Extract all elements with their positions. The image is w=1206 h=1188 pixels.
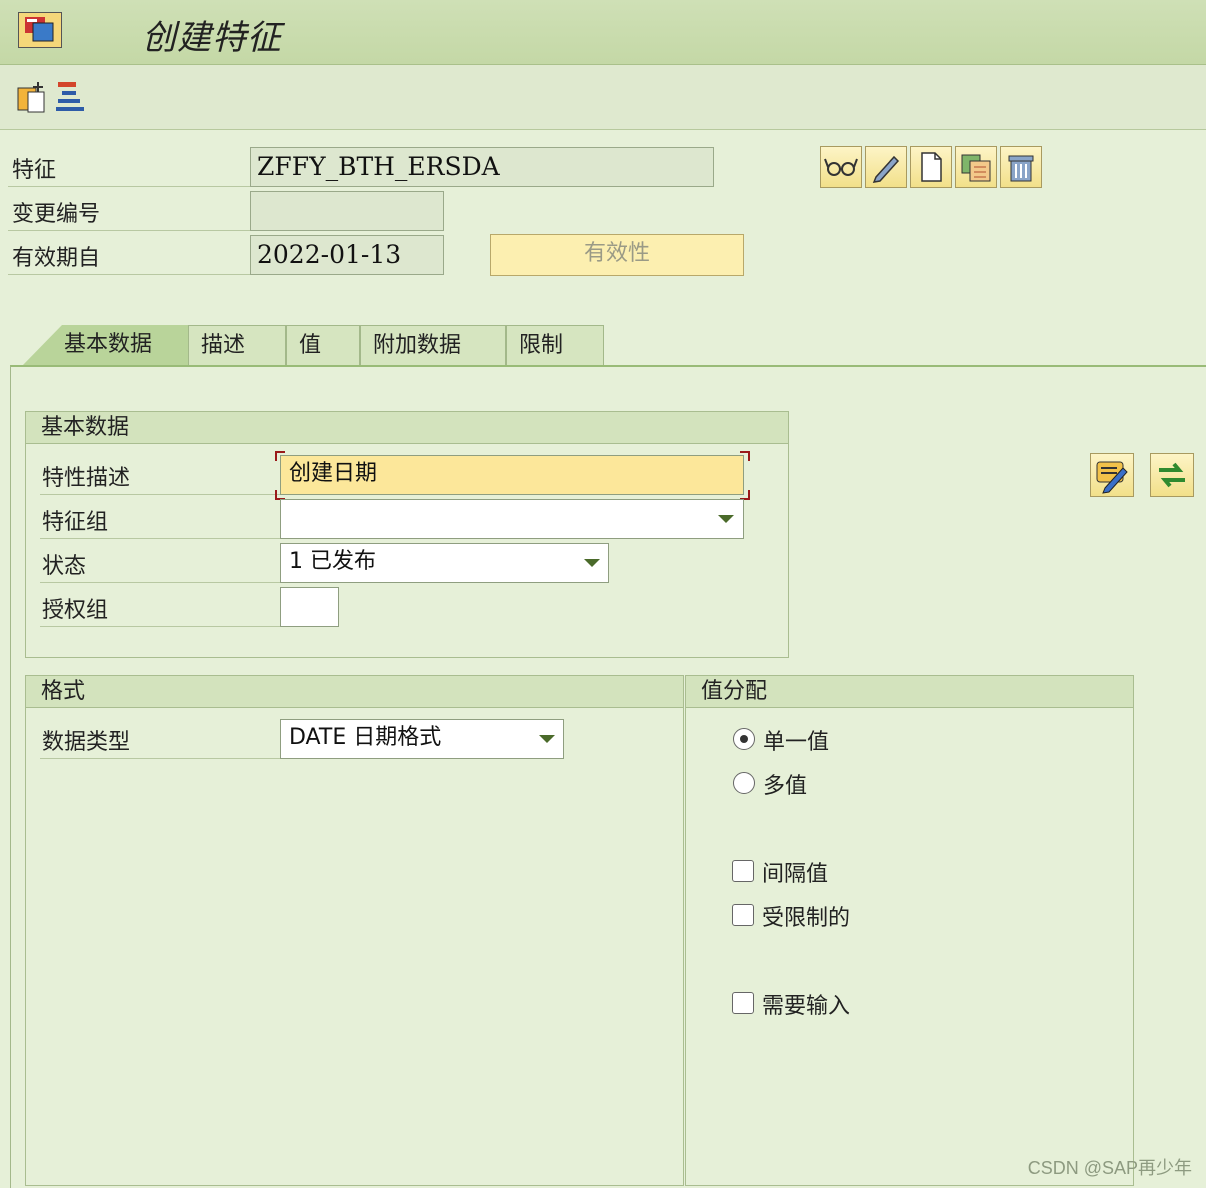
page-title: 创建特征 xyxy=(142,18,282,58)
tab-additional-data[interactable]: 附加数据 xyxy=(360,325,506,366)
transaction-icon[interactable] xyxy=(18,12,62,48)
chevron-down-icon[interactable] xyxy=(539,735,555,743)
multi-value-radio[interactable] xyxy=(733,772,755,794)
divider xyxy=(8,230,250,231)
value-assignment-group: 值分配 xyxy=(685,675,1134,1186)
restricted-label: 受限制的 xyxy=(762,906,851,931)
application-toolbar xyxy=(0,65,1206,130)
valid-from-label: 有效期自 xyxy=(12,246,101,271)
single-value-radio[interactable] xyxy=(733,728,755,750)
divider xyxy=(40,538,280,539)
group-title: 基本数据 xyxy=(26,412,788,444)
interval-value-label: 间隔值 xyxy=(762,862,829,887)
create-copy-icon[interactable] xyxy=(16,80,50,114)
divider xyxy=(40,582,280,583)
chevron-down-icon[interactable] xyxy=(718,515,734,523)
tab-values[interactable]: 值 xyxy=(286,325,360,366)
group-title: 格式 xyxy=(26,676,683,708)
status-label: 状态 xyxy=(42,554,87,579)
tab-restrictions[interactable]: 限制 xyxy=(506,325,604,366)
display-icon[interactable] xyxy=(820,146,862,188)
restricted-checkbox[interactable] xyxy=(732,904,754,926)
watermark: CSDN @SAP再少年 xyxy=(1027,1158,1192,1178)
char-group-label: 特征组 xyxy=(42,510,109,535)
auth-group-label: 授权组 xyxy=(42,598,109,623)
status-dropdown[interactable]: 1 已发布 xyxy=(280,543,609,583)
delete-trash-icon[interactable] xyxy=(1000,146,1042,188)
divider xyxy=(8,274,250,275)
multi-value-label: 多值 xyxy=(763,774,808,799)
auth-group-input[interactable] xyxy=(280,587,339,627)
data-type-label: 数据类型 xyxy=(42,730,131,755)
focus-corner xyxy=(275,451,285,461)
tab-basic-data[interactable]: 基本数据 xyxy=(22,325,188,366)
description-input[interactable]: 创建日期 xyxy=(280,455,744,495)
refresh-icon[interactable] xyxy=(1150,453,1194,497)
edit-pencil-icon[interactable] xyxy=(865,146,907,188)
new-document-icon[interactable] xyxy=(910,146,952,188)
valid-from-field[interactable]: 2022-01-13 xyxy=(250,235,444,275)
divider xyxy=(40,494,280,495)
divider xyxy=(40,626,280,627)
copy-icon[interactable] xyxy=(955,146,997,188)
description-label: 特性描述 xyxy=(42,466,131,491)
long-text-edit-icon[interactable] xyxy=(1090,453,1134,497)
data-type-dropdown[interactable]: DATE 日期格式 xyxy=(280,719,564,759)
characteristic-field[interactable]: ZFFY_BTH_ERSDA xyxy=(250,147,714,187)
tab-descriptions[interactable]: 描述 xyxy=(188,325,286,366)
hierarchy-icon[interactable] xyxy=(54,80,88,114)
group-title: 值分配 xyxy=(686,676,1133,708)
validity-button[interactable]: 有效性 xyxy=(490,234,744,276)
char-group-dropdown[interactable] xyxy=(280,499,744,539)
chevron-down-icon[interactable] xyxy=(584,559,600,567)
divider xyxy=(8,186,250,187)
single-value-label: 单一值 xyxy=(763,730,830,755)
characteristic-label: 特征 xyxy=(12,158,57,183)
change-number-field[interactable] xyxy=(250,191,444,231)
interval-value-checkbox[interactable] xyxy=(732,860,754,882)
change-number-label: 变更编号 xyxy=(12,202,101,227)
divider xyxy=(40,758,280,759)
entry-required-label: 需要输入 xyxy=(762,994,851,1019)
entry-required-checkbox[interactable] xyxy=(732,992,754,1014)
focus-corner xyxy=(740,451,750,461)
